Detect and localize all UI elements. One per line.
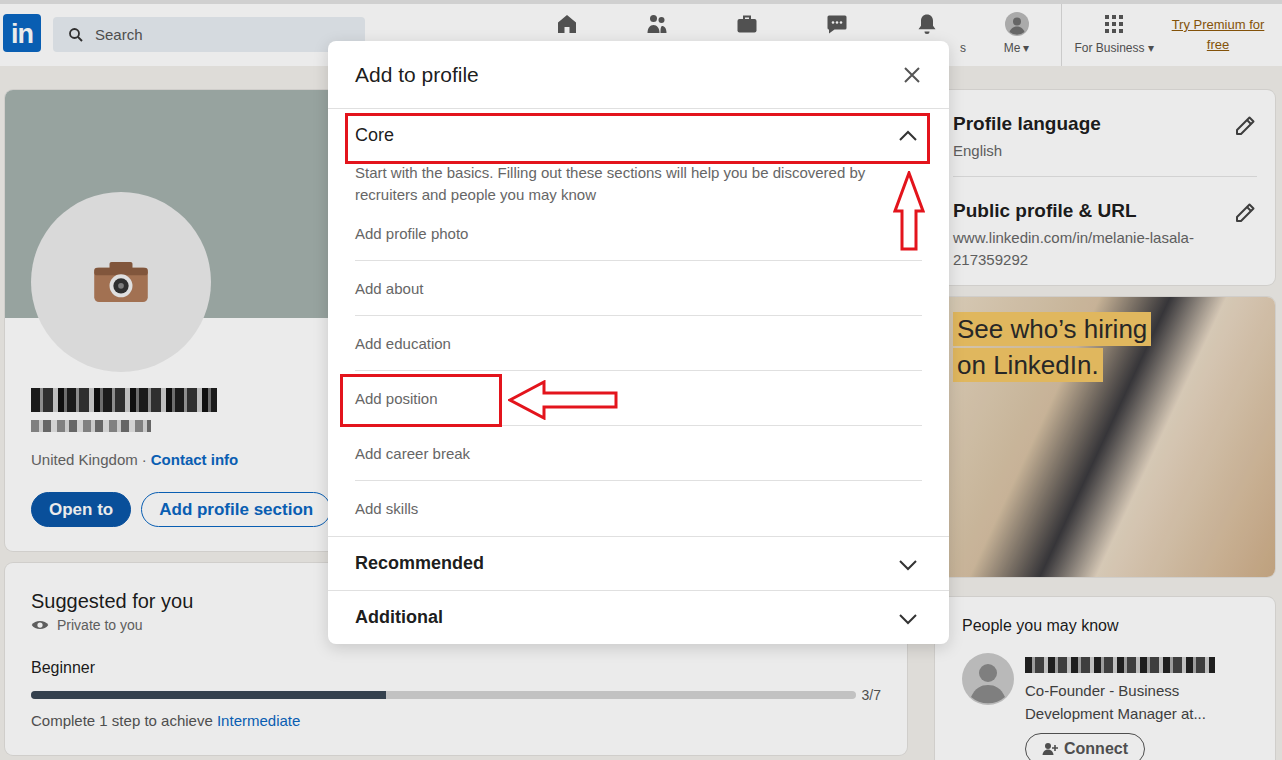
chevron-down-icon xyxy=(896,552,920,576)
highlight-box xyxy=(340,374,502,427)
profile-section: Recommended xyxy=(328,536,949,590)
arrow-left-icon xyxy=(508,380,618,420)
add-to-profile-modal: Add to profile CoreStart with the basics.… xyxy=(328,41,949,644)
section-header[interactable]: Additional xyxy=(328,591,949,644)
close-icon[interactable] xyxy=(900,63,924,87)
highlight-box xyxy=(345,113,930,164)
section-header[interactable]: Core xyxy=(328,109,949,162)
section-item[interactable]: Add position xyxy=(355,371,922,426)
profile-section: CoreStart with the basics. Filling out t… xyxy=(328,109,949,536)
modal-title: Add to profile xyxy=(355,61,479,89)
section-item[interactable]: Add profile photo xyxy=(355,206,922,261)
section-item[interactable]: Add career break xyxy=(355,426,922,481)
section-item[interactable]: Add about xyxy=(355,261,922,316)
linkedin-page: inSearchsMe▾For Business▾Try Premium for… xyxy=(0,0,1282,760)
profile-section: Additional xyxy=(328,590,949,644)
section-item[interactable]: Add education xyxy=(355,316,922,371)
section-header[interactable]: Recommended xyxy=(328,537,949,590)
section-item[interactable]: Add skills xyxy=(355,481,922,536)
section-description: Start with the basics. Filling out these… xyxy=(328,162,949,206)
chevron-down-icon xyxy=(896,606,920,630)
chevron-up-icon xyxy=(896,124,920,148)
arrow-up-icon xyxy=(893,171,925,251)
